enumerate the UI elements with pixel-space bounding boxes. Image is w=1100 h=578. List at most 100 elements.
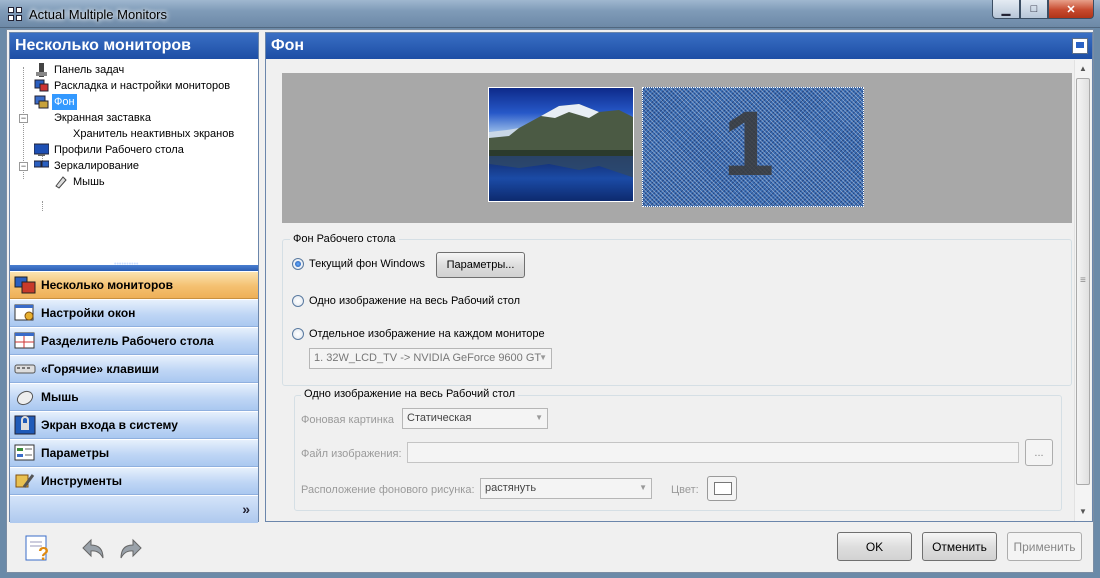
color-label: Цвет: (671, 484, 699, 496)
monitor-select-value: 1. 32W_LCD_TV -> NVIDIA GeForce 9600 GT (314, 352, 542, 364)
close-button[interactable]: ✕ (1048, 0, 1094, 19)
monitors-layout-icon (34, 79, 49, 93)
tree-item-label: Профили Рабочего стола (54, 144, 184, 156)
collapse-toggle[interactable]: − (19, 162, 28, 171)
mirroring-icon (33, 159, 50, 173)
svg-text:?: ? (38, 544, 49, 562)
params-button[interactable]: Параметры... (436, 252, 525, 278)
picture-type-label: Фоновая картинка (301, 414, 395, 426)
single-image-title: Одно изображение на весь Рабочий стол (301, 388, 518, 400)
cancel-button[interactable]: Отменить (922, 532, 997, 561)
taskbar-icon (34, 63, 49, 77)
navigation-bar: Несколько мониторов Настройки окон Разде… (10, 271, 258, 523)
window-client: Несколько мониторов Панель задач Расклад… (6, 29, 1094, 573)
radio-current-wallpaper[interactable] (292, 258, 304, 270)
scroll-up-icon[interactable]: ▲ (1075, 61, 1091, 77)
tools-icon (14, 471, 36, 491)
wallpaper-position-value: растянуть (485, 482, 537, 494)
restore-pane-icon[interactable] (1072, 38, 1088, 54)
collapse-toggle[interactable]: − (19, 114, 28, 123)
radio-label: Отдельное изображение на каждом мониторе (309, 328, 545, 340)
radio-each-monitor[interactable] (292, 328, 304, 340)
right-pane: Фон 1 Фон Рабочего стола Текущий фон Win… (265, 32, 1093, 522)
image-file-input[interactable] (407, 442, 1019, 463)
tree-item-screensaver[interactable]: − Экранная заставка (10, 110, 258, 126)
image-file-label: Файл изображения: (301, 448, 402, 460)
nav-label: Инструменты (41, 474, 123, 488)
color-picker-button[interactable] (707, 476, 737, 501)
nav-label: Экран входа в систему (41, 418, 178, 432)
option-current-wallpaper[interactable]: Текущий фон Windows (292, 258, 425, 270)
nav-label: Мышь (41, 390, 79, 404)
wallpaper-position-label: Расположение фонового рисунка: (301, 484, 475, 496)
tree-item-taskbar[interactable]: Панель задач (10, 62, 258, 78)
vertical-scrollbar[interactable]: ▲ ▼ (1074, 60, 1091, 521)
option-each-monitor[interactable]: Отдельное изображение на каждом мониторе (292, 328, 545, 340)
desktop-divider-icon (14, 331, 36, 351)
logon-screen-icon (14, 415, 36, 435)
multi-monitor-icon (14, 275, 36, 295)
left-pane-header: Несколько мониторов (10, 33, 258, 59)
mouse-icon (14, 387, 36, 407)
hotkeys-icon (14, 359, 36, 379)
monitor-preview: 1 (282, 73, 1072, 223)
browse-button[interactable]: ... (1025, 439, 1053, 466)
scroll-down-icon[interactable]: ▼ (1075, 504, 1091, 520)
nav-label: «Горячие» клавиши (41, 362, 159, 376)
mouse-icon (53, 175, 68, 189)
more-options-icon[interactable]: » (242, 501, 250, 517)
options-icon (14, 443, 36, 463)
wallpaper-icon (34, 95, 49, 109)
undo-icon[interactable] (77, 534, 107, 562)
apply-button[interactable]: Применить (1007, 532, 1082, 561)
wallpaper-position-select[interactable]: растянуть ▼ (480, 478, 652, 499)
nav-label: Параметры (41, 446, 110, 460)
picture-type-value: Статическая (407, 412, 472, 424)
monitor-select[interactable]: 1. 32W_LCD_TV -> NVIDIA GeForce 9600 GT … (309, 348, 552, 369)
tree-item-desktop-profiles[interactable]: Профили Рабочего стола (10, 142, 258, 158)
app-icon (8, 7, 22, 21)
chevron-down-icon: ▼ (539, 353, 547, 362)
page-title: Фон (271, 37, 305, 54)
help-icon[interactable]: ? (23, 534, 53, 564)
tree-item-mirroring[interactable]: − Зеркалирование (10, 158, 258, 174)
nav-options[interactable]: Параметры (10, 439, 258, 467)
right-pane-header: Фон (266, 33, 1092, 59)
tree-item-label: Экранная заставка (54, 112, 151, 124)
picture-type-select[interactable]: Статическая ▼ (402, 408, 548, 429)
chevron-down-icon: ▼ (639, 483, 647, 492)
nav-logon-screen[interactable]: Экран входа в систему (10, 411, 258, 439)
settings-tree: Панель задач Раскладка и настройки монит… (10, 59, 258, 265)
option-single-image[interactable]: Одно изображение на весь Рабочий стол (292, 295, 520, 307)
nav-label: Настройки окон (41, 306, 136, 320)
monitor-2-preview[interactable]: 1 (642, 87, 864, 207)
ok-button[interactable]: OK (837, 532, 912, 561)
minimize-button[interactable]: ▁ (992, 0, 1020, 19)
tree-item-label: Зеркалирование (54, 160, 140, 172)
desktop-profiles-icon (33, 143, 50, 157)
window-title: Actual Multiple Monitors (29, 7, 167, 22)
nav-label: Несколько мониторов (41, 278, 174, 292)
monitor-number: 1 (723, 93, 775, 195)
tree-item-wallpaper[interactable]: Фон (10, 94, 258, 110)
left-pane: Несколько мониторов Панель задач Расклад… (9, 32, 259, 523)
scroll-thumb[interactable] (1076, 78, 1090, 485)
chevron-down-icon: ▼ (535, 413, 543, 422)
bottom-toolbar: ? OK Отменить Применить (7, 524, 1093, 572)
redo-icon[interactable] (117, 534, 147, 562)
radio-single-image[interactable] (292, 295, 304, 307)
nav-tools[interactable]: Инструменты (10, 467, 258, 495)
nav-footer: » (10, 495, 258, 523)
nav-window-settings[interactable]: Настройки окон (10, 299, 258, 327)
radio-label: Текущий фон Windows (309, 258, 425, 270)
tree-item-monitors-layout[interactable]: Раскладка и настройки мониторов (10, 78, 258, 94)
nav-desktop-divider[interactable]: Разделитель Рабочего стола (10, 327, 258, 355)
monitor-1-preview[interactable] (488, 87, 634, 202)
title-bar[interactable]: Actual Multiple Monitors ▁ □ ✕ (0, 0, 1100, 28)
nav-hotkeys[interactable]: «Горячие» клавиши (10, 355, 258, 383)
maximize-button[interactable]: □ (1020, 0, 1048, 19)
nav-mouse[interactable]: Мышь (10, 383, 258, 411)
tree-item-inactive-screensaver[interactable]: Хранитель неактивных экранов (10, 126, 258, 142)
nav-multi-monitor[interactable]: Несколько мониторов (10, 271, 258, 299)
tree-item-mouse[interactable]: Мышь (10, 174, 258, 190)
